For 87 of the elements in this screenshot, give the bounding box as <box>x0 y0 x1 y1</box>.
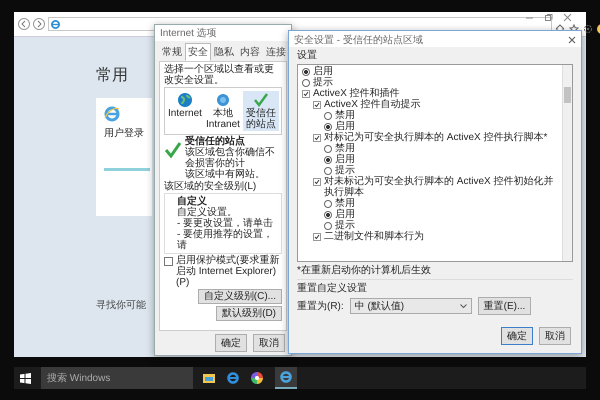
folder-icon[interactable] <box>203 373 215 383</box>
radio-button[interactable] <box>324 167 332 175</box>
settings-group-icon <box>313 134 321 142</box>
footer-text: 寻找你可能 <box>96 298 146 312</box>
setting-label: 对标记为可安全执行脚本的 ActiveX 控件执行脚本* <box>324 132 548 143</box>
settings-group-icon <box>313 233 321 241</box>
radio-button[interactable] <box>324 156 332 164</box>
checkbox[interactable] <box>164 257 173 266</box>
tab[interactable]: 安全 <box>185 43 211 61</box>
setting-label: 提示 <box>335 165 355 176</box>
dialog-button[interactable]: 确定 <box>215 334 247 352</box>
section-heading: 常用 <box>96 66 128 86</box>
checkmark-icon <box>164 142 182 158</box>
level-name: 自定义 <box>177 196 207 207</box>
radio-button[interactable] <box>302 68 310 76</box>
setting-label: 二进制文件和脚本行为 <box>324 231 424 242</box>
group-label: 重置自定义设置 <box>297 283 368 294</box>
setting-label: 提示 <box>335 220 355 231</box>
radio-button[interactable] <box>302 79 310 87</box>
globe-icon <box>177 92 193 108</box>
edge-icon[interactable] <box>227 372 239 384</box>
setting-label: 启用 <box>335 209 355 220</box>
windows-logo-icon[interactable] <box>20 372 31 384</box>
color-wheel-icon[interactable] <box>251 372 263 384</box>
instruction-text: 选择一个区域以查看或更改安全设置。 <box>164 64 275 86</box>
dialog-button[interactable]: 取消 <box>539 327 571 345</box>
caret-icon <box>460 304 467 308</box>
window-title: 安全设置 - 受信任的站点区域 <box>294 34 423 46</box>
dialog-button[interactable]: 取消 <box>253 334 285 352</box>
tab[interactable]: 连接 <box>263 43 289 61</box>
back-button-icon[interactable] <box>18 18 30 30</box>
level-description: - 要使用推荐的设置，请 <box>177 229 274 251</box>
zone-item[interactable]: 本地 Intranet <box>205 91 241 131</box>
setting-label: 启用 <box>313 66 333 77</box>
level-description: - 要更改设置，请单击 <box>177 218 274 229</box>
restore-icon[interactable] <box>544 13 553 22</box>
scrollbar[interactable] <box>562 65 572 261</box>
zone-item[interactable]: Internet <box>167 91 203 131</box>
settings-group-icon <box>313 101 321 109</box>
setting-label: ActiveX 控件和插件 <box>313 88 400 99</box>
tile-label: 用户登录 <box>104 126 144 140</box>
level-button[interactable]: 自定义级别(C)... <box>198 289 282 304</box>
radio-button[interactable] <box>324 222 332 230</box>
setting-label: 禁用 <box>335 110 355 121</box>
setting-label: 对未标记为可安全执行脚本的 ActiveX 控件初始化并执行脚本 <box>324 176 554 198</box>
checkmark-icon <box>253 92 269 108</box>
forward-button-icon[interactable] <box>33 18 45 30</box>
network-icon <box>215 92 231 108</box>
close-icon[interactable] <box>568 36 576 44</box>
setting-label: 禁用 <box>335 198 355 209</box>
radio-button[interactable] <box>324 211 332 219</box>
window-title: Internet 选项 <box>155 25 291 41</box>
tab[interactable]: 内容 <box>237 43 263 61</box>
search-field[interactable]: 搜索 Windows <box>41 367 193 389</box>
close-icon[interactable] <box>563 13 572 22</box>
reset-dropdown[interactable]: 中 (默认值) <box>350 298 472 314</box>
setting-label: 提示 <box>313 77 333 88</box>
setting-label: 启用 <box>335 121 355 132</box>
ie-taskbar-icon[interactable] <box>275 367 297 389</box>
radio-button[interactable] <box>324 145 332 153</box>
tab[interactable]: 隐私 <box>211 43 237 61</box>
setting-label: 启用 <box>335 154 355 165</box>
level-description: 自定义设置。 <box>177 207 238 218</box>
settings-icon[interactable] <box>583 24 593 34</box>
settings-group-icon <box>302 90 310 98</box>
settings-group-icon <box>313 178 321 186</box>
radio-button[interactable] <box>324 123 332 131</box>
note-text: *在重新启动你的计算机后生效 <box>297 265 432 276</box>
radio-button[interactable] <box>324 200 332 208</box>
site-tile[interactable]: 用户登录 <box>96 98 152 216</box>
ie-icon <box>51 20 60 28</box>
dialog-button[interactable]: 确定 <box>501 327 533 345</box>
reset-label: 重置为(R): <box>297 300 344 312</box>
reset-button[interactable]: 重置(E)... <box>478 297 532 315</box>
level-label: 该区域的安全级别(L) <box>164 181 258 192</box>
zone-item[interactable]: 受信任的站点 <box>243 91 279 131</box>
checkbox-label: 启用保护模式(要求重新启动 Internet Explorer)(P) <box>176 255 280 288</box>
setting-label: ActiveX 控件自动提示 <box>324 99 421 110</box>
setting-label: 禁用 <box>335 143 355 154</box>
settings-label: 设置 <box>297 50 318 61</box>
zone-description: 该区域包含你确信不会损害你的计 <box>185 147 276 169</box>
level-button[interactable]: 默认级别(D) <box>216 306 282 321</box>
zone-heading: 受信任的站点 <box>185 136 246 147</box>
ie-icon <box>104 106 120 122</box>
radio-button[interactable] <box>324 112 332 120</box>
tab[interactable]: 常规 <box>159 43 185 61</box>
zone-sites-text: 该区域中有网站。 <box>185 169 266 180</box>
